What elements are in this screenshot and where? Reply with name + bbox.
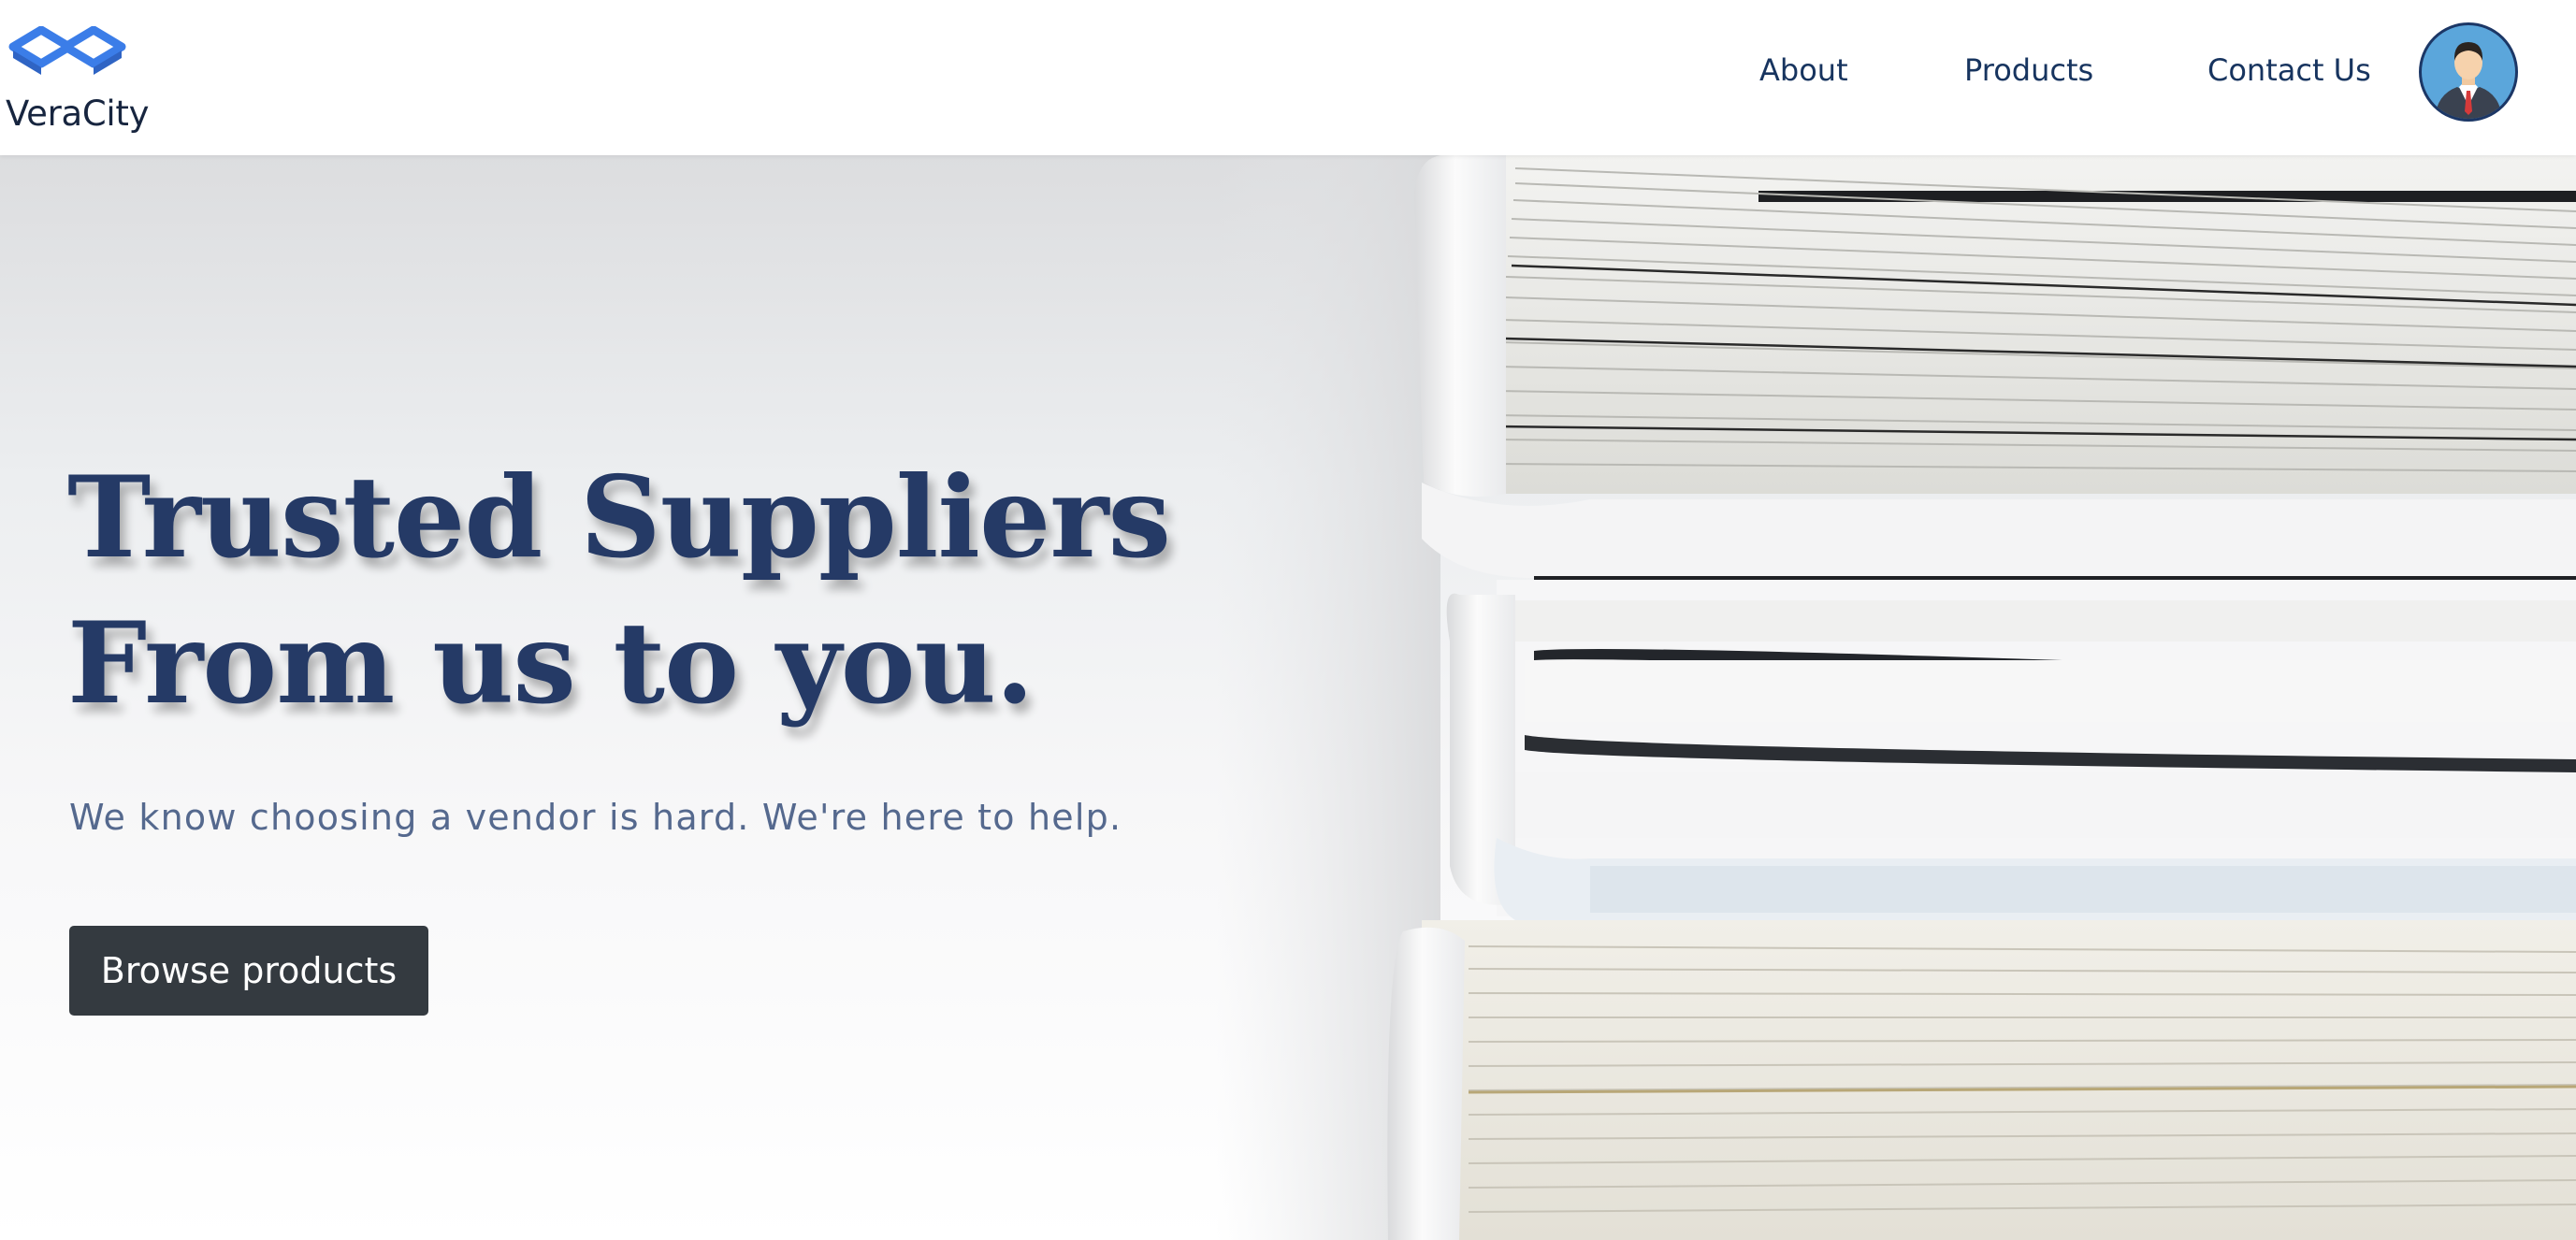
nav-link-about[interactable]: About [1759,52,1848,88]
hero-section: Trusted Suppliers From us to you. We kno… [0,155,2576,1240]
browse-products-button[interactable]: Browse products [69,926,428,1016]
user-avatar-button[interactable] [2419,22,2518,122]
hero-subtitle: We know choosing a vendor is hard. We're… [69,797,1122,838]
hero-title-line-2: From us to you. [67,598,1035,729]
user-avatar-icon [2435,42,2502,119]
veracity-logo-icon [8,26,126,75]
brand-name: VeraCity [6,94,150,134]
hero-title: Trusted Suppliers From us to you. [67,445,1171,737]
nav-link-contact-us[interactable]: Contact Us [2207,52,2371,88]
nav-link-products[interactable]: Products [1964,52,2093,88]
top-navbar: VeraCity About Products Contact Us [0,0,2576,155]
brand-home-link[interactable]: VeraCity [6,21,150,134]
hero-title-line-1: Trusted Suppliers [67,452,1171,584]
